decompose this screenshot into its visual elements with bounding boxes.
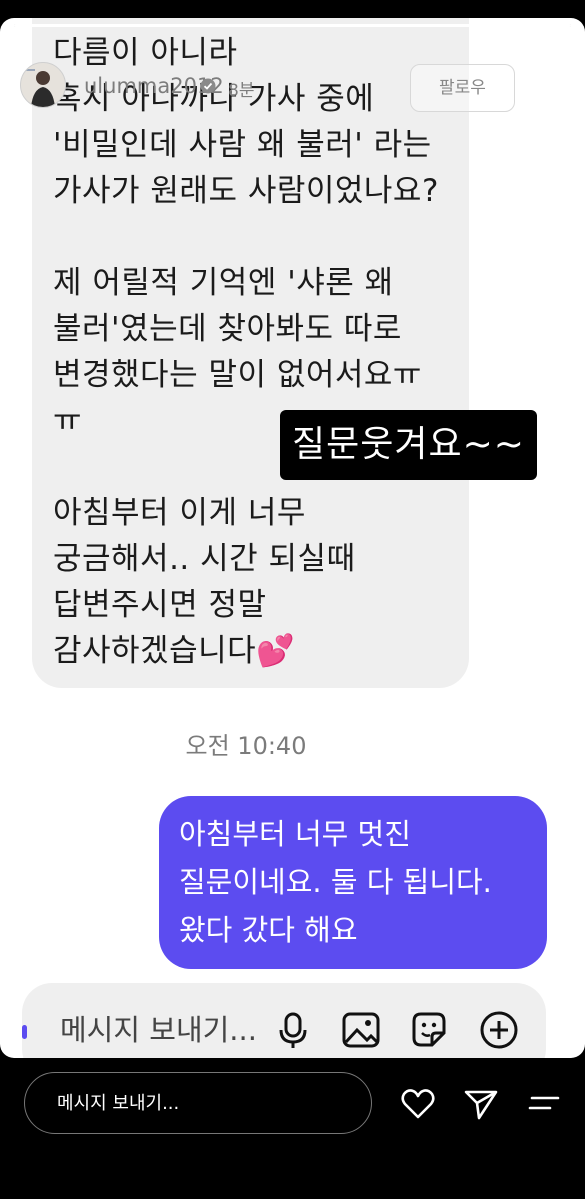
verified-badge-icon [200, 78, 216, 94]
incoming-message-text: 다름이 아니라 혹시 아나까나 가사 중에 '비밀인데 사람 왜 불러' 라는 … [53, 35, 439, 669]
story-card: 다름이 아니라 혹시 아나까나 가사 중에 '비밀인데 사람 왜 불러' 라는 … [0, 18, 585, 1058]
outgoing-message-bubble: 아침부터 너무 멋진 질문이네요. 둘 다 됩니다. 왔다 갔다 해요 [159, 796, 547, 969]
microphone-icon [279, 1012, 307, 1048]
message-composer: 메시지 보내기... [22, 983, 546, 1058]
reply-input[interactable]: 메시지 보내기... [24, 1072, 372, 1134]
plus-circle-icon [480, 1011, 518, 1049]
sticker-icon [412, 1012, 446, 1047]
heart-icon[interactable] [400, 1086, 436, 1122]
send-icon[interactable] [463, 1086, 499, 1122]
close-icon[interactable] [536, 68, 574, 106]
avatar-image [21, 63, 65, 107]
story-progress-fill [14, 24, 571, 27]
outgoing-message-text: 아침부터 너무 멋진 질문이네요. 둘 다 됩니다. 왔다 갔다 해요 [179, 817, 492, 947]
avatar[interactable] [20, 62, 66, 108]
story-progress-bar [14, 24, 571, 27]
post-time-ago: 8분 [228, 81, 255, 101]
message-timestamp: 오전 10:40 [185, 732, 307, 760]
menu-icon[interactable] [526, 1086, 562, 1122]
composer-placeholder: 메시지 보내기... [60, 1013, 257, 1047]
text-sticker[interactable]: 질문웃겨요~~ [280, 410, 537, 480]
follow-button[interactable]: 팔로우 [410, 64, 515, 112]
composer-avatar-edge [22, 1025, 27, 1039]
image-icon [342, 1012, 380, 1048]
